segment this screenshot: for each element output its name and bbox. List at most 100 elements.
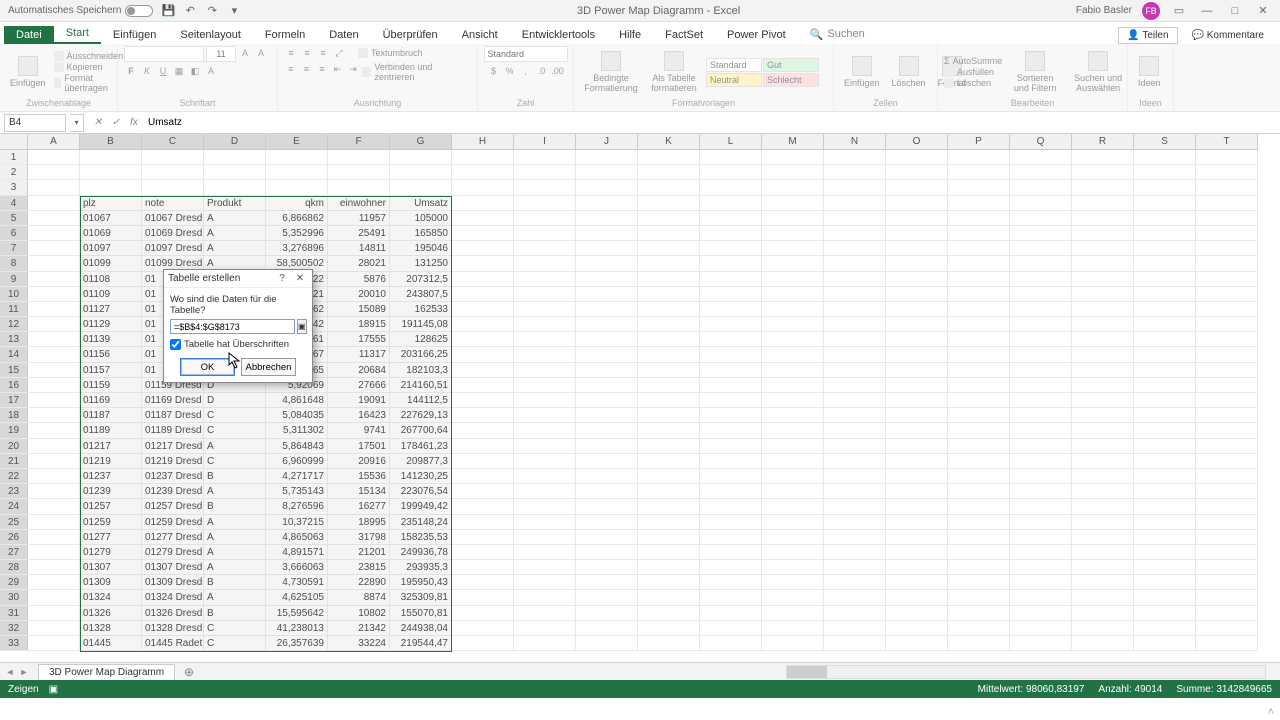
cell[interactable] — [948, 332, 1010, 347]
cell[interactable]: 01129 — [80, 317, 142, 332]
cell[interactable] — [1196, 454, 1258, 469]
cell[interactable] — [266, 150, 328, 165]
cell[interactable] — [1010, 423, 1072, 438]
cell[interactable] — [824, 530, 886, 545]
cell[interactable] — [886, 408, 948, 423]
cell[interactable]: 01328 — [80, 621, 142, 636]
bold-icon[interactable]: F — [124, 64, 138, 78]
cell[interactable] — [762, 454, 824, 469]
cell[interactable] — [762, 272, 824, 287]
cell[interactable] — [28, 484, 80, 499]
cell[interactable] — [1196, 256, 1258, 271]
cell[interactable] — [1010, 363, 1072, 378]
column-header[interactable]: L — [700, 134, 762, 150]
cell[interactable] — [762, 180, 824, 195]
cell[interactable] — [576, 211, 638, 226]
cell[interactable] — [80, 180, 142, 195]
column-header[interactable]: A — [28, 134, 80, 150]
font-name-input[interactable] — [124, 46, 204, 62]
tab-dev[interactable]: Entwicklertools — [510, 26, 607, 44]
cell[interactable] — [700, 211, 762, 226]
cell[interactable] — [514, 180, 576, 195]
cell[interactable] — [700, 317, 762, 332]
cell[interactable]: qkm — [266, 196, 328, 211]
cell[interactable]: 162533 — [390, 302, 452, 317]
style-schlecht[interactable]: Schlecht — [763, 73, 819, 87]
spreadsheet-grid[interactable]: ABCDEFGHIJKLMNOPQRST 1234567891011121314… — [0, 134, 1280, 662]
cell[interactable]: 5,084035 — [266, 408, 328, 423]
cell[interactable] — [1010, 590, 1072, 605]
number-format-select[interactable] — [484, 46, 568, 62]
cell[interactable] — [514, 196, 576, 211]
cell[interactable]: C — [204, 636, 266, 651]
cell[interactable]: 155070,81 — [390, 606, 452, 621]
row-header[interactable]: 26 — [0, 530, 28, 545]
cell[interactable]: 244938,04 — [390, 621, 452, 636]
cell[interactable] — [28, 636, 80, 651]
cell[interactable] — [1010, 408, 1072, 423]
cell[interactable] — [1134, 226, 1196, 241]
cell[interactable] — [1072, 150, 1134, 165]
cell[interactable] — [1196, 423, 1258, 438]
cell[interactable] — [1134, 363, 1196, 378]
cell[interactable] — [452, 150, 514, 165]
cell[interactable] — [948, 272, 1010, 287]
cell[interactable] — [452, 256, 514, 271]
cell[interactable] — [1196, 165, 1258, 180]
cell[interactable] — [886, 499, 948, 514]
cell[interactable] — [886, 332, 948, 347]
close-icon[interactable]: ✕ — [1254, 2, 1272, 20]
cell[interactable] — [1196, 150, 1258, 165]
cell[interactable] — [514, 378, 576, 393]
cell[interactable] — [28, 454, 80, 469]
cell[interactable] — [142, 165, 204, 180]
cell[interactable]: Umsatz — [390, 196, 452, 211]
column-header[interactable]: B — [80, 134, 142, 150]
cell[interactable] — [700, 393, 762, 408]
cell[interactable] — [452, 211, 514, 226]
cell[interactable]: 20684 — [328, 363, 390, 378]
ribbon-options-icon[interactable]: ▭ — [1170, 2, 1188, 20]
clear-button[interactable]: Löschen — [944, 78, 1002, 88]
cell[interactable] — [452, 165, 514, 180]
cell[interactable] — [886, 606, 948, 621]
cell[interactable] — [700, 150, 762, 165]
cell[interactable] — [1134, 484, 1196, 499]
cell[interactable] — [1196, 606, 1258, 621]
cell[interactable] — [948, 454, 1010, 469]
cell[interactable] — [1134, 621, 1196, 636]
cell[interactable]: 21342 — [328, 621, 390, 636]
row-header[interactable]: 27 — [0, 545, 28, 560]
column-header[interactable]: K — [638, 134, 700, 150]
cell[interactable] — [824, 515, 886, 530]
cell[interactable]: 01169 — [80, 393, 142, 408]
cell[interactable] — [1072, 332, 1134, 347]
cell[interactable]: 227629,13 — [390, 408, 452, 423]
row-header[interactable]: 16 — [0, 378, 28, 393]
cell[interactable]: 11957 — [328, 211, 390, 226]
cell[interactable]: 01257 — [80, 499, 142, 514]
cell[interactable]: 01239 — [80, 484, 142, 499]
row-header[interactable]: 6 — [0, 226, 28, 241]
align-center-icon[interactable]: ≡ — [300, 62, 314, 76]
cell[interactable]: A — [204, 226, 266, 241]
cell[interactable]: B — [204, 606, 266, 621]
align-left-icon[interactable]: ≡ — [284, 62, 298, 76]
column-header[interactable]: C — [142, 134, 204, 150]
cell[interactable] — [1072, 165, 1134, 180]
cell[interactable]: 243807,5 — [390, 287, 452, 302]
tab-insert[interactable]: Einfügen — [101, 26, 168, 44]
cell[interactable]: C — [204, 423, 266, 438]
cell[interactable] — [762, 150, 824, 165]
cell[interactable]: 21201 — [328, 545, 390, 560]
autosave-toggle[interactable]: Automatisches Speichern — [8, 5, 153, 17]
cell[interactable] — [1072, 363, 1134, 378]
cell[interactable] — [28, 196, 80, 211]
cell[interactable] — [1196, 439, 1258, 454]
cell[interactable] — [1196, 469, 1258, 484]
cell[interactable]: 19091 — [328, 393, 390, 408]
cell[interactable] — [1010, 302, 1072, 317]
column-header[interactable]: I — [514, 134, 576, 150]
cell[interactable] — [638, 272, 700, 287]
cell[interactable] — [28, 621, 80, 636]
